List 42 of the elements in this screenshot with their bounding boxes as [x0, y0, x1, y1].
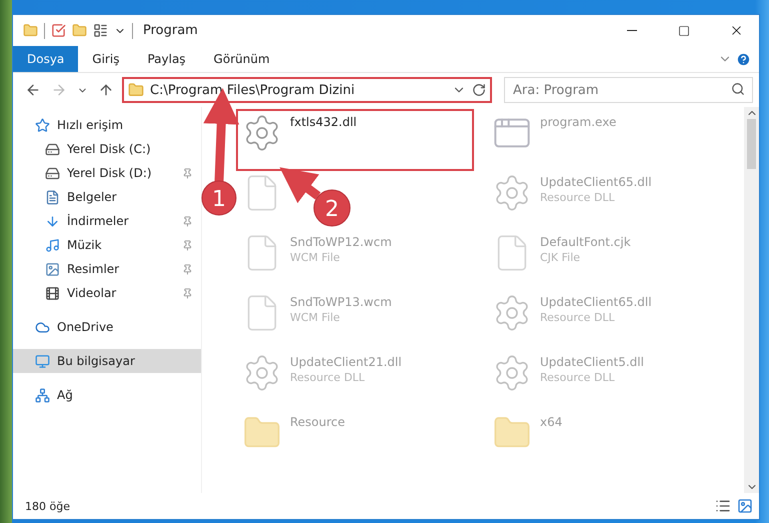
- minimize-icon: [627, 30, 637, 31]
- picture-icon: [45, 262, 60, 276]
- scrollbar-thumb[interactable]: [747, 119, 756, 169]
- sidebar-item[interactable]: Belgeler: [13, 185, 201, 209]
- sidebar-item[interactable]: İndirmeler: [13, 209, 201, 233]
- sidebar-item[interactable]: Bu bilgisayar: [13, 349, 201, 373]
- film-icon: [45, 286, 60, 300]
- drive-icon: [45, 166, 60, 180]
- search-field[interactable]: Ara: Program: [504, 77, 753, 103]
- sidebar-item[interactable]: Ağ: [13, 383, 201, 407]
- sidebar-item[interactable]: OneDrive: [13, 315, 201, 339]
- down-arrow-icon: [45, 214, 60, 228]
- star-icon: [35, 118, 50, 132]
- folder-icon: [128, 82, 144, 98]
- network-icon: [35, 388, 50, 402]
- window-title: Program: [143, 23, 199, 38]
- step-marker: 2: [314, 190, 350, 226]
- search-icon[interactable]: [731, 82, 745, 96]
- maximize-icon: [678, 24, 690, 36]
- document-icon: [45, 190, 60, 204]
- item-count: 180 öğe: [25, 500, 71, 512]
- refresh-icon[interactable]: [472, 83, 486, 97]
- file-item[interactable]: fxtls432.dll: [238, 111, 472, 169]
- checklist-icon[interactable]: [51, 23, 66, 38]
- ribbon-tab[interactable]: Dosya: [13, 46, 78, 72]
- monitor-icon: [35, 354, 50, 368]
- properties-icon[interactable]: [93, 23, 108, 38]
- drive-icon: [45, 142, 60, 156]
- annotation-arrow: [280, 167, 321, 204]
- scrollbar[interactable]: [744, 107, 759, 493]
- sidebar-item[interactable]: Hızlı erişim: [13, 113, 201, 137]
- music-note-icon: [45, 238, 60, 252]
- step-marker: 1: [202, 180, 236, 216]
- sidebar-item[interactable]: Videolar: [13, 281, 201, 305]
- large-icons-view-icon[interactable]: [737, 498, 753, 514]
- details-view-icon[interactable]: [715, 498, 731, 514]
- sidebar-item[interactable]: Yerel Disk (C:): [13, 137, 201, 161]
- address-bar[interactable]: C:\Program Files\Program Dizini: [122, 77, 492, 103]
- sidebar-item[interactable]: Yerel Disk (D:): [13, 161, 201, 185]
- sidebar-item[interactable]: Resimler: [13, 257, 201, 281]
- cloud-icon: [35, 320, 50, 334]
- sidebar-item[interactable]: Müzik: [13, 233, 201, 257]
